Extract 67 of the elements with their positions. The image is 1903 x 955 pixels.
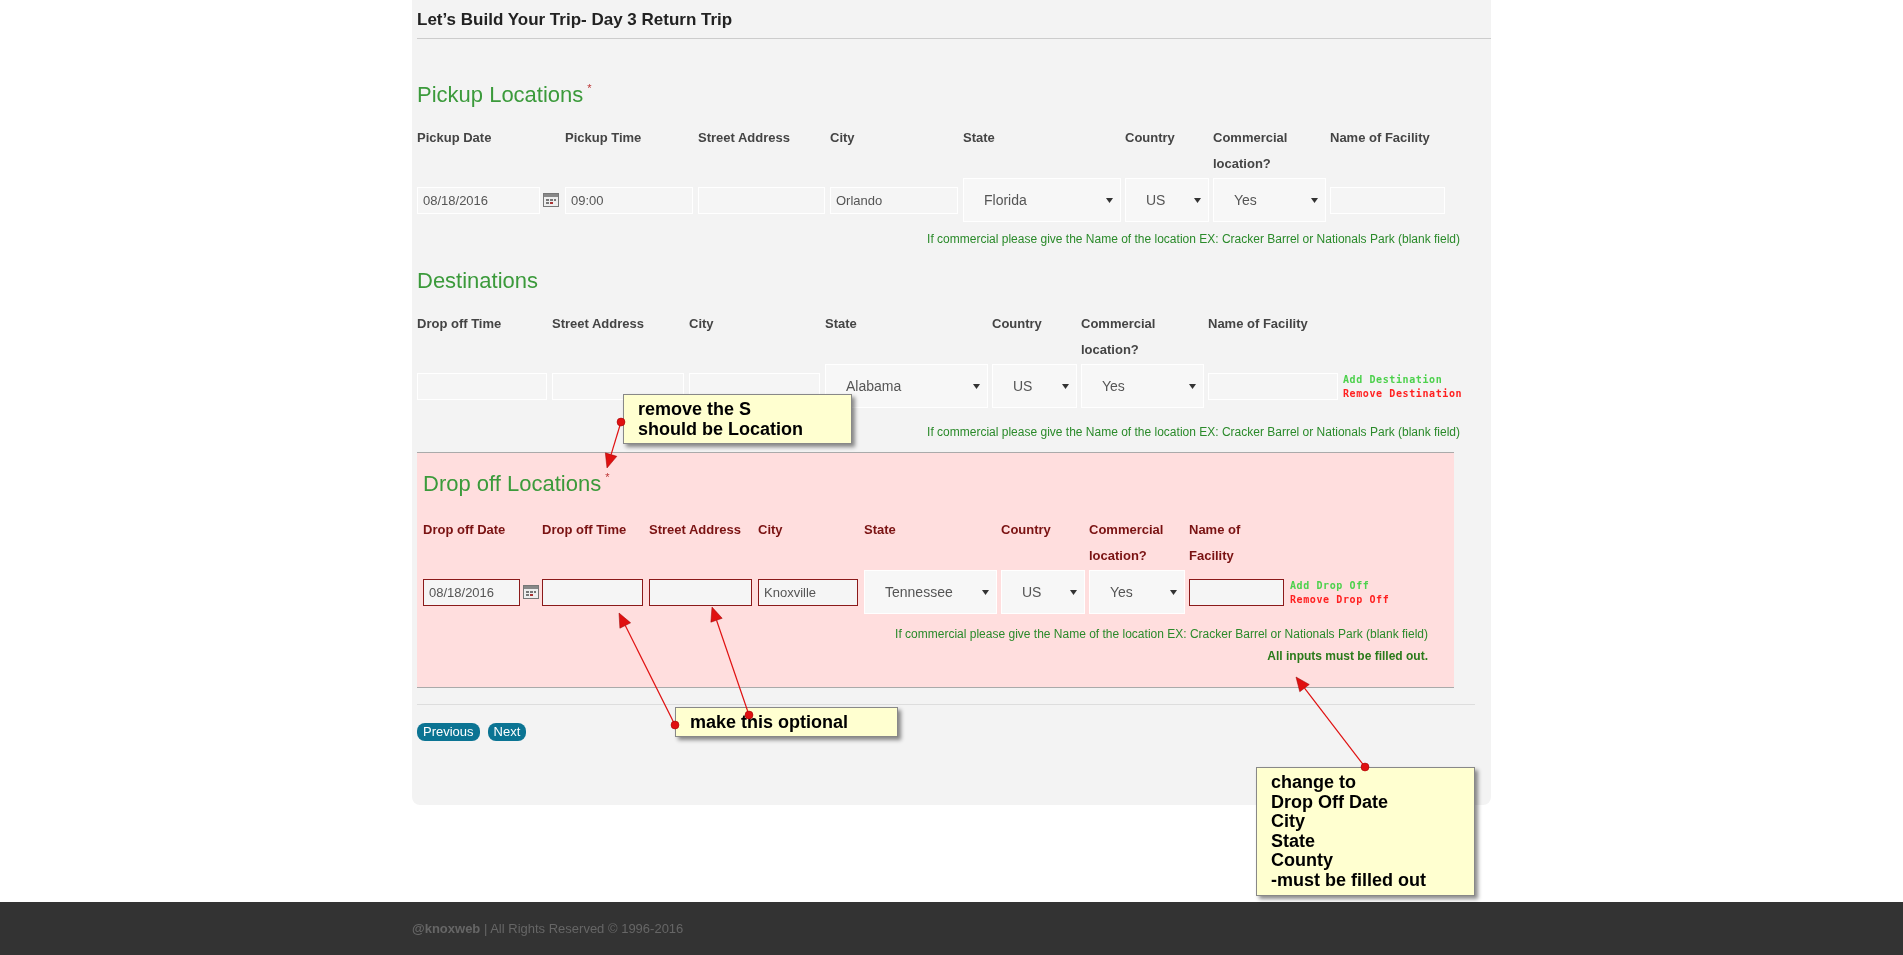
page-title: Let’s Build Your Trip- Day 3 Return Trip bbox=[417, 9, 734, 31]
dropdown[interactable]: Yes bbox=[1089, 570, 1185, 614]
dropdown[interactable]: Alabama bbox=[825, 364, 988, 408]
dropdown[interactable]: Yes bbox=[1081, 364, 1204, 408]
caret-icon bbox=[1070, 589, 1077, 595]
field-label: Pickup Date bbox=[417, 129, 493, 147]
caret-icon bbox=[1311, 197, 1318, 203]
field-label: State bbox=[963, 129, 996, 147]
field-label: Country bbox=[992, 315, 1043, 333]
field-label: Commercial location? bbox=[1213, 129, 1289, 173]
leader-arrow bbox=[605, 417, 626, 469]
warning-text: All inputs must be filled out. bbox=[1266, 649, 1428, 663]
dropdown[interactable]: Florida bbox=[963, 178, 1121, 222]
annotation-tooltip: make this optional bbox=[675, 707, 898, 737]
field-label: City bbox=[689, 315, 715, 333]
field-label: Street Address bbox=[552, 315, 645, 333]
dropdown[interactable]: Yes bbox=[1213, 178, 1326, 222]
annotation-tooltip: change to Drop Off Date City State County -must be filled out bbox=[1256, 767, 1475, 896]
text-field[interactable] bbox=[542, 578, 643, 606]
annotation-tooltip: remove the S should be Location bbox=[623, 394, 852, 444]
field-label: City bbox=[758, 521, 784, 539]
field-label: Street Address bbox=[698, 129, 791, 147]
field-label: Name of Facility bbox=[1189, 521, 1242, 565]
hint-text: If commercial please give the Name of the location EX: Cracker Barrel or Nationals Park (blank field) bbox=[895, 627, 1428, 641]
hint-text: If commercial please give the Name of the location EX: Cracker Barrel or Nationals Park (blank field) bbox=[927, 425, 1460, 439]
field-label: Country bbox=[1001, 521, 1052, 539]
field-label: Street Address bbox=[649, 521, 742, 539]
calendar-icon[interactable] bbox=[543, 193, 559, 207]
dropdown[interactable]: US bbox=[992, 364, 1077, 408]
field-label: City bbox=[830, 129, 856, 147]
text-field[interactable]: Orlando bbox=[830, 186, 958, 214]
text-field[interactable]: Knoxville bbox=[758, 578, 858, 606]
field-label: Drop off Time bbox=[542, 521, 628, 539]
hint-text: If commercial please give the Name of the location EX: Cracker Barrel or Nationals Park (blank field) bbox=[927, 232, 1460, 246]
nav-button[interactable]: Next bbox=[487, 723, 527, 741]
field-label: State bbox=[864, 521, 897, 539]
caret-icon bbox=[1194, 197, 1201, 203]
section-heading: Destinations bbox=[417, 268, 539, 294]
required-mark: * bbox=[605, 471, 610, 483]
section-heading: Pickup Locations bbox=[417, 82, 584, 108]
field-label: Country bbox=[1125, 129, 1176, 147]
caret-icon bbox=[1189, 383, 1196, 389]
dropdown[interactable]: US bbox=[1001, 570, 1085, 614]
field-label: Drop off Time bbox=[417, 315, 503, 333]
field-label: Commercial location? bbox=[1089, 521, 1165, 565]
field-label: Commercial location? bbox=[1081, 315, 1157, 359]
field-label: Drop off Date bbox=[423, 521, 507, 539]
caret-icon bbox=[1170, 589, 1177, 595]
text-field[interactable] bbox=[1189, 578, 1284, 606]
date-field[interactable]: 08/18/2016 bbox=[423, 578, 520, 606]
dropdown[interactable]: Tennessee bbox=[864, 570, 997, 614]
nav-button[interactable]: Previous bbox=[417, 723, 480, 741]
caret-icon bbox=[1106, 197, 1113, 203]
section-heading: Drop off Locations bbox=[423, 471, 602, 497]
caret-icon bbox=[982, 589, 989, 595]
field-label: State bbox=[825, 315, 858, 333]
text-field[interactable] bbox=[649, 578, 752, 606]
required-mark: * bbox=[587, 82, 592, 94]
caret-icon bbox=[1062, 383, 1069, 389]
text-field[interactable]: 09:00 bbox=[565, 186, 693, 214]
dropdown[interactable]: US bbox=[1125, 178, 1209, 222]
field-label: Name of Facility bbox=[1330, 129, 1431, 147]
field-label: Pickup Time bbox=[565, 129, 643, 147]
calendar-icon[interactable] bbox=[523, 585, 539, 599]
caret-icon bbox=[973, 383, 980, 389]
field-label: Name of Facility bbox=[1208, 315, 1309, 333]
date-field[interactable]: 08/18/2016 bbox=[417, 186, 540, 214]
